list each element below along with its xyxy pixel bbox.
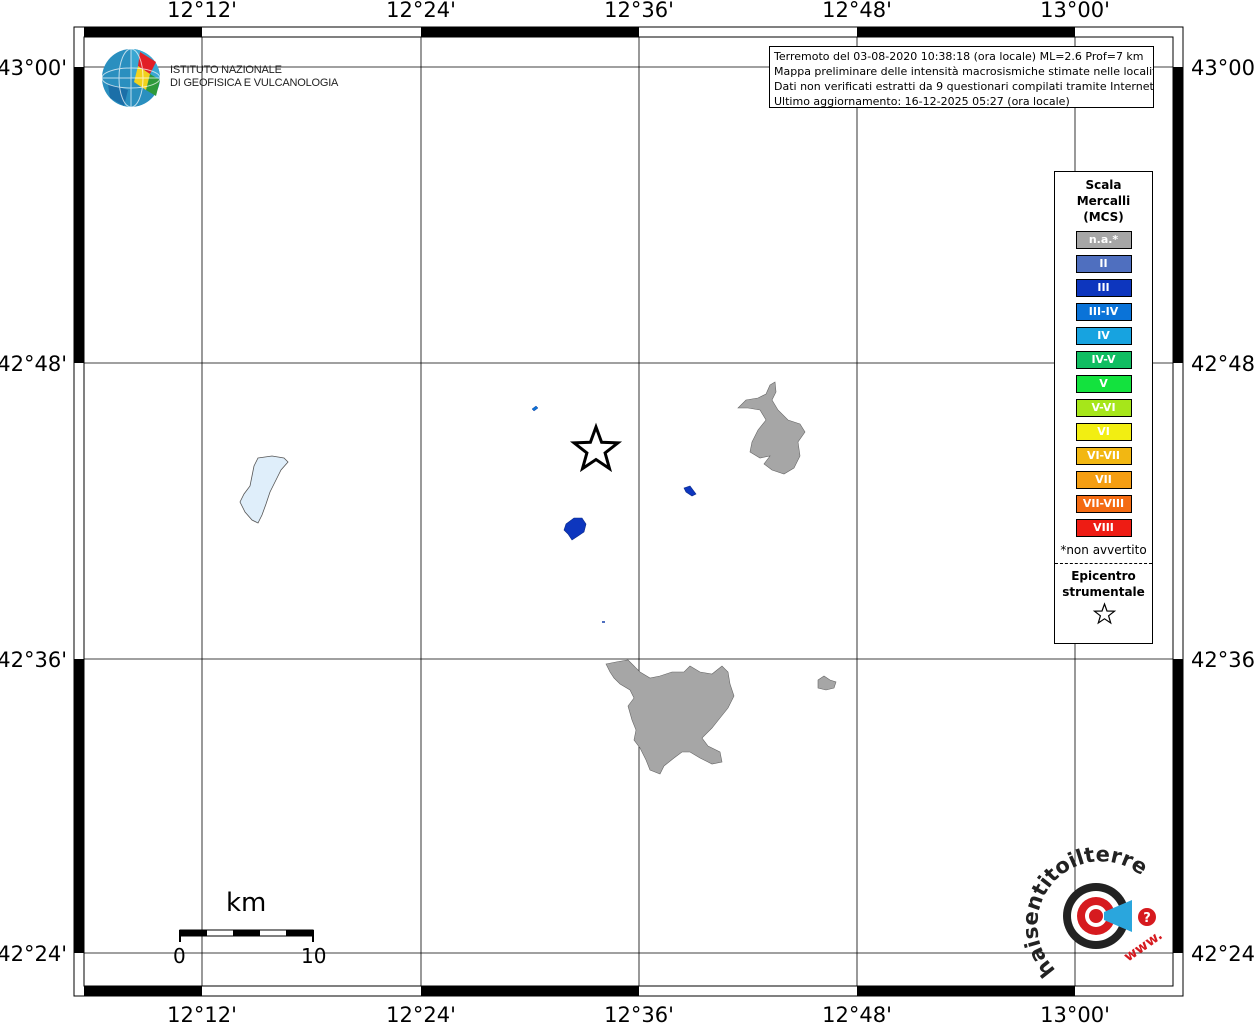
municipality-area-ii-dot <box>602 621 605 623</box>
lon-tick-top-2: 12°24' <box>386 0 456 22</box>
scale-min-label: 0 <box>173 944 186 968</box>
lat-tick-left-2: 42°48' <box>0 352 67 376</box>
lat-tick-left-3: 42°36' <box>0 648 67 672</box>
lat-tick-right-2: 42°48' <box>1191 352 1256 376</box>
lat-tick-left-1: 43°00' <box>0 56 67 80</box>
lat-tick-right-1: 43°00' <box>1191 56 1256 80</box>
event-info-line4: Ultimo aggiornamento: 16-12-2025 05:27 (… <box>774 95 1070 108</box>
legend-item-iv: IV <box>1075 327 1132 345</box>
mcs-legend: Scala Mercalli (MCS) n.a.* II III III-IV IV I… <box>1054 171 1153 644</box>
legend-item-v: V <box>1075 375 1132 393</box>
legend-item-n-a: n.a.* <box>1075 231 1132 249</box>
legend-item-vi: VI <box>1075 423 1132 441</box>
lon-tick-bottom-2: 12°24' <box>386 1003 456 1024</box>
event-info-line3: Dati non verificati estratti da 9 questi… <box>774 80 1154 93</box>
ingv-logo-globe-icon <box>101 48 161 108</box>
legend-item-v-vi: V-VI <box>1075 399 1132 417</box>
legend-item-vi-vii: VI-VII <box>1075 447 1132 465</box>
legend-item-ii: II <box>1075 255 1132 273</box>
lat-tick-right-4: 42°24' <box>1191 942 1256 966</box>
ingv-logo-text: ISTITUTO NAZIONALE DI GEOFISICA E VULCAN… <box>170 64 338 90</box>
legend-item-vii-viii: VII-VIII <box>1075 495 1132 513</box>
lon-tick-bottom-5: 13°00' <box>1040 1003 1110 1024</box>
legend-item-iii-iv: III-IV <box>1075 303 1132 321</box>
legend-item-vii: VII <box>1075 471 1132 489</box>
legend-title: Scala Mercalli (MCS) <box>1076 178 1131 224</box>
lon-tick-top-3: 12°36' <box>604 0 674 22</box>
ingv-logo-line2: DI GEOFISICA E VULCANOLOGIA <box>170 77 339 89</box>
legend-item-viii: VIII <box>1075 519 1132 537</box>
legend-epicenter-label: Epicentro strumentale <box>1062 569 1145 599</box>
legend-list: n.a.* II III III-IV IV IV-V V V-VI VI VI-VII VII VI… <box>1055 231 1152 537</box>
lat-tick-left-4: 42°24' <box>0 942 67 966</box>
legend-star-icon <box>1092 602 1117 625</box>
lon-tick-top-4: 12°48' <box>822 0 892 22</box>
lon-tick-bottom-4: 12°48' <box>822 1003 892 1024</box>
event-info-box: Terremoto del 03-08-2020 10:38:18 (ora l… <box>769 46 1154 108</box>
legend-note: *non avvertito <box>1060 543 1147 557</box>
lon-tick-top-1: 12°12' <box>167 0 237 22</box>
ingv-logo-line1: ISTITUTO NAZIONALE <box>170 64 282 76</box>
svg-text:?: ? <box>1143 911 1151 926</box>
scale-unit: km <box>226 888 267 918</box>
event-info-line1: Terremoto del 03-08-2020 10:38:18 (ora l… <box>774 50 1144 63</box>
legend-item-iii: III <box>1075 279 1132 297</box>
lat-tick-right-3: 42°36' <box>1191 648 1256 672</box>
legend-separator <box>1055 563 1152 564</box>
lon-tick-bottom-3: 12°36' <box>604 1003 674 1024</box>
scale-max-label: 10 <box>301 944 327 968</box>
event-info-line2: Mappa preliminare delle intensità macros… <box>774 65 1154 78</box>
lon-tick-bottom-1: 12°12' <box>167 1003 237 1024</box>
legend-item-iv-v: IV-V <box>1075 351 1132 369</box>
lon-tick-top-5: 13°00' <box>1040 0 1110 22</box>
